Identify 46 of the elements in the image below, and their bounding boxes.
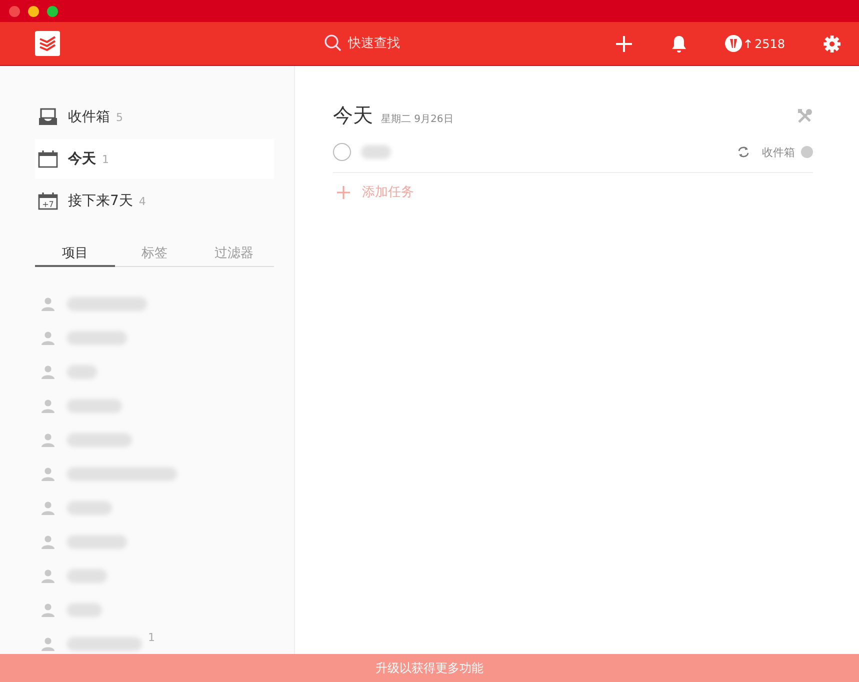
- search-icon: [324, 34, 342, 52]
- blurred-project-name[interactable]: [67, 501, 112, 515]
- blurred-project-name[interactable]: [67, 467, 177, 481]
- task-project[interactable]: 收件箱: [762, 144, 795, 160]
- settings-icon[interactable]: [823, 34, 841, 52]
- blurred-task-name[interactable]: [361, 145, 391, 159]
- add-icon: [337, 186, 350, 198]
- app-logo-icon[interactable]: [35, 31, 60, 56]
- blurred-project-name[interactable]: [67, 365, 97, 379]
- blurred-project-name[interactable]: [67, 331, 127, 345]
- blurred-project-name[interactable]: [67, 637, 142, 651]
- search-field[interactable]: 快速查找: [324, 34, 438, 52]
- page-title: 今天: [333, 102, 373, 129]
- minimize-button[interactable]: [28, 6, 39, 16]
- page-date: 星期二 9月26日: [381, 112, 454, 126]
- blurred-project-name[interactable]: [67, 603, 102, 617]
- blurred-project-name[interactable]: [67, 433, 132, 447]
- blurred-project-name[interactable]: [67, 399, 122, 413]
- close-button[interactable]: [9, 6, 20, 16]
- tools-icon[interactable]: [797, 108, 813, 124]
- blurred-project-name[interactable]: [67, 297, 147, 311]
- add-icon[interactable]: [615, 34, 634, 52]
- karma-icon[interactable]: [725, 35, 742, 52]
- tray-icon: [38, 108, 58, 126]
- nav-item[interactable]: +7 接下来7天 4: [35, 181, 274, 221]
- arrow-up-icon: [745, 39, 752, 48]
- sidebar-tab[interactable]: 项目: [35, 240, 115, 267]
- item-count: 1: [148, 631, 155, 644]
- project-dot-icon: [801, 146, 813, 158]
- upgrade-banner[interactable]: 升级以获得更多功能: [0, 654, 859, 682]
- item-count: 1: [102, 152, 109, 166]
- bell-icon[interactable]: [671, 34, 688, 52]
- maximize-button[interactable]: [47, 6, 58, 16]
- task-checkbox[interactable]: [333, 143, 351, 161]
- calendar-icon: +7: [38, 192, 58, 210]
- sidebar-tab[interactable]: 过滤器: [194, 240, 274, 267]
- nav-item[interactable]: 今天 1: [35, 139, 274, 179]
- add-task-button[interactable]: 添加任务: [333, 173, 414, 211]
- item-count: 4: [138, 194, 146, 208]
- nav-item[interactable]: 收件箱 5: [35, 97, 274, 137]
- karma-score: 2518: [754, 36, 785, 50]
- sidebar-tab[interactable]: 标签: [114, 240, 194, 267]
- blurred-project-name[interactable]: [67, 535, 127, 549]
- item-count: 5: [116, 110, 123, 124]
- blurred-project-name[interactable]: [67, 569, 107, 583]
- calendar-icon: [38, 150, 58, 168]
